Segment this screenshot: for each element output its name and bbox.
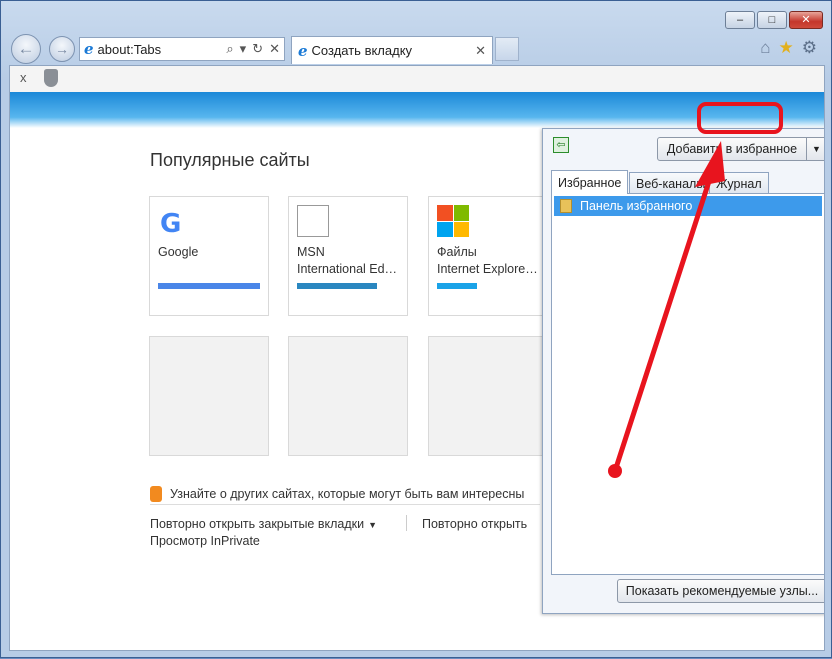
pin-panel-icon[interactable]: ⇦	[553, 137, 569, 153]
tile-activity-bar	[437, 283, 477, 289]
learn-more-link[interactable]: Узнайте о других сайтах, которые могут б…	[170, 487, 524, 501]
notification-bar: x	[10, 66, 824, 92]
shield-icon[interactable]	[44, 69, 58, 87]
forward-button[interactable]: →	[49, 36, 75, 62]
lightbulb-icon	[150, 486, 162, 502]
site-tile-empty[interactable]	[288, 336, 408, 456]
star-icon[interactable]: ★	[779, 38, 794, 58]
site-tile-empty[interactable]	[149, 336, 269, 456]
home-icon[interactable]: ⌂	[760, 38, 770, 58]
chevron-down-icon[interactable]: ▼	[806, 138, 824, 160]
site-tile-ie-files[interactable]: Файлы Internet Explore…	[428, 196, 548, 316]
reopen-last-session-link[interactable]: Повторно открыть	[422, 517, 527, 531]
search-icon[interactable]: ⌕	[226, 41, 233, 57]
page-content: x Популярные сайты G Google MSN Internat…	[9, 65, 825, 651]
site-tile-msn[interactable]: MSN International Ed…	[288, 196, 408, 316]
tab-feeds[interactable]: Веб-каналы	[629, 172, 713, 194]
windows-logo-icon	[437, 205, 469, 237]
ie-window: – □ ✕ ← → e about:Tabs ⌕ ▾ ↻ ✕ e Создать…	[0, 0, 832, 658]
tile-activity-bar	[158, 283, 260, 289]
tab-title: Создать вкладку	[311, 43, 413, 58]
back-arrow-icon: ←	[17, 39, 35, 58]
tab-history[interactable]: Журнал	[709, 172, 769, 194]
ie-logo-icon: e	[84, 40, 94, 58]
forward-arrow-icon: →	[55, 41, 69, 57]
site-tile-empty[interactable]	[428, 336, 548, 456]
favorites-list: Панель избранного	[551, 193, 824, 575]
caption-buttons: – □ ✕	[723, 11, 823, 29]
site-tile-google[interactable]: G Google	[149, 196, 269, 316]
tab-favorites[interactable]: Избранное	[551, 170, 629, 194]
refresh-icon[interactable]: ↻	[252, 41, 263, 57]
maximize-button[interactable]: □	[757, 11, 787, 29]
show-suggested-sites-button[interactable]: Показать рекомендуемые узлы...	[617, 579, 824, 603]
stop-icon[interactable]: ✕	[269, 41, 280, 57]
header-band	[10, 92, 824, 128]
reopen-closed-tabs-link[interactable]: Повторно открыть закрытые вкладки ▼	[150, 517, 377, 531]
dropdown-icon[interactable]: ▾	[240, 41, 247, 57]
tab-close-icon[interactable]: ✕	[475, 43, 486, 59]
folder-icon	[560, 199, 572, 213]
inprivate-link[interactable]: Просмотр InPrivate	[150, 534, 260, 548]
google-logo-icon: G	[160, 209, 182, 239]
tile-label: Файлы Internet Explore…	[437, 245, 538, 276]
divider	[150, 504, 540, 505]
page-title: Популярные сайты	[150, 150, 310, 170]
ie-logo-icon: e	[298, 41, 308, 60]
tab-new-tab[interactable]: e Создать вкладку ✕	[291, 36, 493, 64]
navigation-bar: ← → e about:Tabs ⌕ ▾ ↻ ✕ e Создать вклад…	[11, 34, 823, 64]
tile-label: MSN International Ed…	[297, 245, 398, 276]
list-item[interactable]: Панель избранного	[554, 196, 822, 216]
favorites-panel: ⇦ Добавить в избранное ▼ Избранное Веб-к…	[542, 128, 824, 614]
close-button[interactable]: ✕	[789, 11, 823, 29]
tile-activity-bar	[297, 283, 377, 289]
minimize-button[interactable]: –	[725, 11, 755, 29]
divider	[406, 515, 407, 531]
msn-logo-icon	[297, 205, 329, 237]
address-bar[interactable]: e about:Tabs ⌕ ▾ ↻ ✕	[79, 37, 285, 61]
add-to-favorites-button[interactable]: Добавить в избранное ▼	[657, 137, 824, 161]
chevron-down-icon: ▼	[368, 520, 378, 530]
toolbar-icons: ⌂ ★ ⚙	[760, 38, 817, 58]
gear-icon[interactable]: ⚙	[802, 38, 817, 58]
back-button[interactable]: ←	[11, 34, 41, 64]
notification-close-icon[interactable]: x	[20, 70, 27, 85]
new-tab-button[interactable]	[495, 37, 519, 61]
tile-label: Google	[158, 245, 199, 259]
address-text[interactable]: about:Tabs	[98, 42, 162, 57]
